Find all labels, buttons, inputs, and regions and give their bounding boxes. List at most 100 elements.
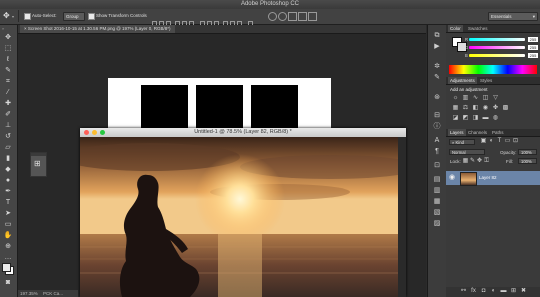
sunset-photo[interactable]: [80, 137, 398, 297]
lock-image-icon[interactable]: ✎: [469, 158, 476, 165]
curves-icon[interactable]: ∿: [472, 95, 479, 102]
zoom-tool-icon[interactable]: ⊕: [3, 243, 13, 251]
filter-pixel-icon[interactable]: ▣: [480, 138, 487, 145]
brush-tool-icon[interactable]: ✐: [3, 111, 13, 119]
pen-tool-icon[interactable]: ✒: [3, 188, 13, 196]
opacity-input[interactable]: 100%: [518, 149, 537, 155]
document-window-titlebar[interactable]: Untitled-1 @ 78.5% (Layer 82, RGB/8) *: [80, 128, 406, 137]
crop-tool-icon[interactable]: ⌗: [3, 78, 13, 86]
tab-swatches[interactable]: Swatches: [466, 25, 490, 32]
blend-mode-dropdown[interactable]: Normal: [449, 149, 485, 155]
vertical-scrollbar[interactable]: [398, 137, 406, 297]
link-layers-icon[interactable]: ⚯: [460, 288, 467, 295]
quick-select-tool-icon[interactable]: ✎: [3, 67, 13, 75]
channel-b-value[interactable]: 255: [528, 53, 538, 58]
clone-source-icon[interactable]: ⊛: [433, 94, 441, 102]
layer-comps-icon[interactable]: ▧: [433, 209, 441, 217]
add-mask-icon[interactable]: ◘: [480, 288, 487, 295]
layer-style-icon[interactable]: fx: [470, 288, 477, 295]
quick-mask-icon[interactable]: ◙: [3, 279, 13, 287]
layer-filter-kind[interactable]: ⌕ Kind: [449, 139, 475, 145]
new-layer-icon[interactable]: ⊞: [510, 288, 517, 295]
threshold-icon[interactable]: ◨: [472, 115, 479, 122]
selective-color-icon[interactable]: ◍: [492, 115, 499, 122]
filter-smart-icon[interactable]: ⊡: [512, 138, 519, 145]
invert-icon[interactable]: ◪: [452, 115, 459, 122]
3d-roll-icon[interactable]: [278, 12, 287, 21]
blur-tool-icon[interactable]: ◆: [3, 166, 13, 174]
healing-brush-tool-icon[interactable]: ✚: [3, 100, 13, 108]
tab-paths[interactable]: Paths: [490, 129, 506, 136]
actions-panel-icon[interactable]: ▶: [433, 43, 441, 51]
doc-info[interactable]: PCK Ca...: [43, 291, 63, 296]
color-spectrum-ramp[interactable]: [449, 65, 537, 74]
channel-g-value[interactable]: 255: [528, 45, 538, 50]
lock-position-icon[interactable]: ✥: [476, 158, 483, 165]
document-tab[interactable]: × Screen Shot 2016-10-15 at 1.30.56 PM.p…: [20, 25, 175, 33]
color-lookup-icon[interactable]: ▩: [502, 105, 509, 112]
tab-adjustments[interactable]: Adjustments: [448, 77, 477, 84]
floating-panel-header[interactable]: [31, 153, 46, 156]
brush-panel-icon[interactable]: ✲: [433, 63, 441, 71]
clone-stamp-tool-icon[interactable]: ⊥: [3, 122, 13, 130]
timeline-panel-icon[interactable]: ▤: [433, 176, 441, 184]
hue-saturation-icon[interactable]: ▦: [452, 105, 459, 112]
tab-channels[interactable]: Channels: [466, 129, 489, 136]
notes-panel-icon[interactable]: ▥: [433, 187, 441, 195]
character-panel-icon[interactable]: A: [433, 137, 441, 145]
background-document-canvas[interactable]: [108, 78, 331, 130]
channel-b-slider[interactable]: [469, 54, 525, 57]
auto-select-checkbox[interactable]: [24, 13, 31, 20]
zoom-level[interactable]: 197.35%: [20, 291, 38, 296]
libraries-panel-icon[interactable]: ▨: [433, 220, 441, 228]
exposure-icon[interactable]: ◫: [482, 95, 489, 102]
lock-transparent-icon[interactable]: ▦: [462, 158, 469, 165]
gradient-map-icon[interactable]: ▬: [482, 115, 489, 122]
shape-tool-icon[interactable]: ▭: [3, 221, 13, 229]
workspace-dropdown[interactable]: Essentials ▾: [488, 12, 538, 21]
channel-r-value[interactable]: 255: [528, 37, 538, 42]
3d-pan-icon[interactable]: [288, 12, 297, 21]
color-balance-icon[interactable]: ⚖: [462, 105, 469, 112]
tab-styles[interactable]: Styles: [478, 77, 494, 84]
3d-scale-icon[interactable]: [308, 12, 317, 21]
posterize-icon[interactable]: ◩: [462, 115, 469, 122]
black-white-icon[interactable]: ◧: [472, 105, 479, 112]
brightness-contrast-icon[interactable]: ☼: [452, 95, 459, 102]
grid-icon[interactable]: ⊞: [34, 160, 41, 168]
layer-row[interactable]: ◉ Layer 82: [446, 171, 540, 186]
more-tools-icon[interactable]: …: [3, 254, 13, 262]
info-panel-icon[interactable]: ⓘ: [433, 123, 441, 131]
background-color-swatch[interactable]: [2, 263, 11, 272]
dodge-tool-icon[interactable]: ●: [3, 177, 13, 185]
visibility-eye-icon[interactable]: ◉: [449, 174, 455, 182]
tab-color[interactable]: Color: [448, 25, 463, 32]
levels-icon[interactable]: ▥: [462, 95, 469, 102]
3d-panel-icon[interactable]: ▦: [433, 198, 441, 206]
move-tool-icon[interactable]: ✥: [3, 12, 11, 20]
gradient-tool-icon[interactable]: ▮: [3, 155, 13, 163]
eyedropper-tool-icon[interactable]: ⁄: [3, 89, 13, 97]
filter-type-icon[interactable]: T: [496, 138, 503, 145]
new-adjustment-icon[interactable]: ◐: [490, 288, 497, 295]
eraser-tool-icon[interactable]: ▱: [3, 144, 13, 152]
channel-r-slider[interactable]: [469, 38, 525, 41]
floating-panel[interactable]: ⊞: [30, 152, 47, 177]
marquee-tool-icon[interactable]: ⬚: [3, 45, 13, 53]
photo-filter-icon[interactable]: ◉: [482, 105, 489, 112]
tool-preset-chevron-icon[interactable]: ▾: [12, 14, 14, 19]
3d-slide-icon[interactable]: [298, 12, 307, 21]
properties-panel-icon[interactable]: ⊟: [433, 112, 441, 120]
delete-layer-icon[interactable]: ✖: [520, 288, 527, 295]
vibrance-icon[interactable]: ▽: [492, 95, 499, 102]
channel-g-slider[interactable]: [469, 46, 525, 49]
hand-tool-icon[interactable]: ✋: [3, 232, 13, 240]
paragraph-panel-icon[interactable]: ¶: [433, 148, 441, 156]
3d-orbit-icon[interactable]: [268, 12, 277, 21]
history-brush-tool-icon[interactable]: ↺: [3, 133, 13, 141]
move-tool-icon[interactable]: ✥: [3, 34, 13, 42]
tab-layers[interactable]: Layers: [448, 129, 466, 136]
layer-name[interactable]: Layer 82: [479, 175, 497, 180]
new-group-icon[interactable]: ▬: [500, 288, 507, 295]
path-selection-tool-icon[interactable]: ➤: [3, 210, 13, 218]
